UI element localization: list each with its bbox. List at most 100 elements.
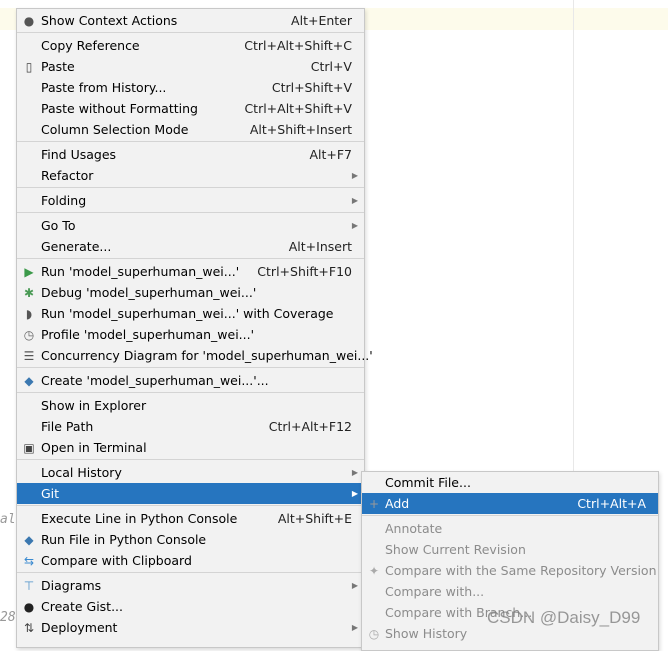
- menu-item-column-selection-mode[interactable]: Column Selection Mode Alt+Shift+Insert: [17, 119, 364, 140]
- menu-item-folding[interactable]: Folding ▶: [17, 190, 364, 211]
- compare-icon: ✦: [368, 564, 380, 578]
- shortcut-label: Ctrl+Alt+Shift+C: [244, 38, 352, 53]
- submenu-arrow-icon: ▶: [351, 171, 358, 180]
- shortcut-label: Alt+F7: [309, 147, 352, 162]
- menu-item-label: Refactor: [41, 168, 94, 183]
- run-icon: ▶: [24, 265, 34, 279]
- menu-item-label: Show in Explorer: [41, 398, 147, 413]
- shortcut-label: Alt+Insert: [288, 239, 352, 254]
- menu-item-label: Paste from History...: [41, 80, 167, 95]
- debug-icon: ✱: [23, 286, 35, 300]
- menu-item-label: Column Selection Mode: [41, 122, 189, 137]
- menu-item-label: Deployment: [41, 620, 118, 635]
- menu-item-show-in-explorer[interactable]: Show in Explorer: [17, 395, 364, 416]
- python-icon: ◆: [24, 374, 34, 388]
- menu-item-concurrency-diagram-for-model-superhuman-wei[interactable]: ☰ Concurrency Diagram for 'model_superhum…: [17, 345, 373, 366]
- menu-item-compare-with-the-same-repository-version[interactable]: ✦ Compare with the Same Repository Versio…: [362, 560, 658, 581]
- menu-item-commit-file[interactable]: Commit File...: [362, 472, 658, 493]
- terminal-icon: ▣: [23, 441, 35, 455]
- menu-item-label: Add: [385, 496, 410, 511]
- clock-icon: ◷: [368, 627, 380, 641]
- menu-item-label: Paste without Formatting: [41, 101, 198, 116]
- clipboard-icon: ▯: [25, 60, 33, 74]
- menu-item-find-usages[interactable]: Find Usages Alt+F7: [17, 144, 364, 165]
- menu-item-run-model-superhuman-wei[interactable]: ▶ Run 'model_superhuman_wei...' Ctrl+Shift…: [17, 261, 364, 282]
- github-icon: ●: [23, 600, 35, 614]
- concurrency-icon: ☰: [23, 349, 35, 363]
- menu-item-create-gist[interactable]: ● Create Gist...: [17, 596, 364, 617]
- shortcut-label: Ctrl+Shift+F10: [257, 264, 352, 279]
- menu-item-copy-reference[interactable]: Copy Reference Ctrl+Alt+Shift+C: [17, 35, 364, 56]
- shortcut-label: Alt+Shift+E: [277, 511, 352, 526]
- shortcut-label: Ctrl+V: [310, 59, 352, 74]
- menu-item-show-current-revision[interactable]: Show Current Revision: [362, 539, 658, 560]
- menu-item-execute-line-in-python-console[interactable]: Execute Line in Python Console Alt+Shift+…: [17, 508, 364, 529]
- menu-item-label: Create Gist...: [41, 599, 124, 614]
- menu-item-go-to[interactable]: Go To ▶: [17, 215, 364, 236]
- menu-item-diagrams[interactable]: ⊤ Diagrams ▶: [17, 575, 364, 596]
- menu-item-label: Run 'model_superhuman_wei...' with Cover…: [41, 306, 334, 321]
- menu-item-label: Profile 'model_superhuman_wei...': [41, 327, 255, 342]
- menu-item-label: Concurrency Diagram for 'model_superhuma…: [41, 348, 373, 363]
- python-icon: ◆: [24, 533, 34, 547]
- submenu-arrow-icon: ▶: [351, 623, 358, 632]
- menu-item-file-path[interactable]: File Path Ctrl+Alt+F12: [17, 416, 364, 437]
- menu-item-annotate[interactable]: Annotate: [362, 518, 658, 539]
- menu-item-open-in-terminal[interactable]: ▣ Open in Terminal: [17, 437, 364, 458]
- coverage-icon: ◗: [25, 307, 33, 321]
- deployment-icon: ⇅: [23, 621, 35, 635]
- menu-item-label: Compare with Clipboard: [41, 553, 192, 568]
- menu-item-refactor[interactable]: Refactor ▶: [17, 165, 364, 186]
- menu-item-label: Run File in Python Console: [41, 532, 207, 547]
- menu-item-label: Show Current Revision: [385, 542, 526, 557]
- menu-item-paste-without-formatting[interactable]: Paste without Formatting Ctrl+Alt+Shift+V: [17, 98, 364, 119]
- menu-item-label: Go To: [41, 218, 76, 233]
- menu-item-label: Folding: [41, 193, 87, 208]
- menu-item-label: Find Usages: [41, 147, 117, 162]
- menu-item-git[interactable]: Git ▶: [17, 483, 364, 504]
- menu-item-add[interactable]: + Add Ctrl+Alt+A: [362, 493, 658, 514]
- menu-item-label: Local History: [41, 465, 122, 480]
- submenu-arrow-icon: ▶: [351, 196, 358, 205]
- profile-icon: ◷: [23, 328, 35, 342]
- shortcut-label: Ctrl+Alt+F12: [268, 419, 352, 434]
- menu-item-label: Open in Terminal: [41, 440, 147, 455]
- menu-item-show-context-actions[interactable]: ● Show Context Actions Alt+Enter: [17, 10, 364, 31]
- plus-icon: +: [368, 497, 380, 511]
- shortcut-label: Alt+Shift+Insert: [249, 122, 352, 137]
- menu-item-run-file-in-python-console[interactable]: ◆ Run File in Python Console: [17, 529, 364, 550]
- menu-item-local-history[interactable]: Local History ▶: [17, 462, 364, 483]
- menu-item-label: Compare with the Same Repository Version: [385, 563, 657, 578]
- editor-text-fragment: al: [0, 512, 16, 527]
- context-menu: ● Show Context Actions Alt+Enter Copy Refer…: [16, 8, 373, 648]
- lightbulb-icon: ●: [23, 14, 35, 28]
- shortcut-label: Alt+Enter: [291, 13, 352, 28]
- menu-item-deployment[interactable]: ⇅ Deployment ▶: [17, 617, 364, 638]
- shortcut-label: Ctrl+Alt+A: [577, 496, 646, 511]
- menu-item-label: Run 'model_superhuman_wei...': [41, 264, 240, 279]
- menu-item-compare-with-clipboard[interactable]: ⇆ Compare with Clipboard: [17, 550, 364, 571]
- menu-item-run-model-superhuman-wei-with-coverage[interactable]: ◗ Run 'model_superhuman_wei...' with Cove…: [17, 303, 364, 324]
- menu-item-label: Git: [41, 486, 60, 501]
- menu-item-profile-model-superhuman-wei[interactable]: ◷ Profile 'model_superhuman_wei...': [17, 324, 364, 345]
- submenu-arrow-icon: ▶: [351, 581, 358, 590]
- menu-item-label: Show Context Actions: [41, 13, 178, 28]
- submenu-arrow-icon: ▶: [351, 221, 358, 230]
- menu-item-debug-model-superhuman-wei[interactable]: ✱ Debug 'model_superhuman_wei...': [17, 282, 364, 303]
- line-number: 28: [0, 610, 16, 625]
- menu-item-label: Create 'model_superhuman_wei...'...: [41, 373, 269, 388]
- menu-item-label: Commit File...: [385, 475, 471, 490]
- menu-item-compare-with[interactable]: Compare with...: [362, 581, 658, 602]
- menu-item-label: Generate...: [41, 239, 112, 254]
- menu-item-label: Execute Line in Python Console: [41, 511, 238, 526]
- menu-item-paste[interactable]: ▯ Paste Ctrl+V: [17, 56, 364, 77]
- menu-item-paste-from-history[interactable]: Paste from History... Ctrl+Shift+V: [17, 77, 364, 98]
- compare-clipboard-icon: ⇆: [23, 554, 35, 568]
- menu-item-generate[interactable]: Generate... Alt+Insert: [17, 236, 364, 257]
- menu-item-label: Copy Reference: [41, 38, 140, 53]
- menu-item-label: Diagrams: [41, 578, 102, 593]
- menu-item-label: Annotate: [385, 521, 443, 536]
- shortcut-label: Ctrl+Shift+V: [271, 80, 352, 95]
- menu-item-create-model-superhuman-wei[interactable]: ◆ Create 'model_superhuman_wei...'...: [17, 370, 364, 391]
- menu-item-label: Compare with...: [385, 584, 485, 599]
